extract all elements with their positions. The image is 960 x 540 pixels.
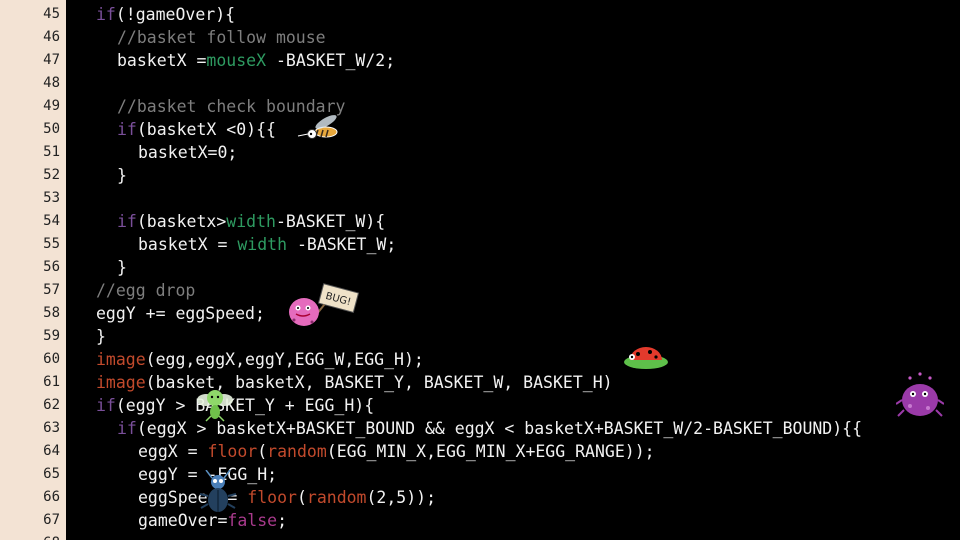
code-token: (basketx>: [136, 212, 227, 231]
code-line[interactable]: basketX = width -BASKET_W;: [138, 233, 396, 256]
line-number: 47: [43, 52, 60, 68]
code-token: image: [96, 350, 146, 369]
code-token: }: [96, 327, 106, 346]
code-token: eggY += eggSpeed;: [96, 304, 265, 323]
beetle-icon: [199, 470, 237, 512]
code-token: -BASKET_W){: [275, 212, 386, 231]
code-token: mouseX: [206, 51, 267, 70]
code-line[interactable]: }: [117, 256, 127, 279]
line-number-gutter: 45 46 47 48 49 50 51 52 53 54 55 56 57 58 59 60 61 62 63 64…: [0, 0, 66, 540]
code-token: random: [306, 488, 367, 507]
line-number: 52: [43, 167, 60, 183]
code-token: eggX =: [138, 442, 208, 461]
code-token: //egg drop: [96, 281, 196, 300]
line-number: 64: [43, 443, 60, 459]
code-token: (egg,eggX,eggY,EGG_W,EGG_H);: [145, 350, 424, 369]
ladybug-icon: [624, 347, 668, 369]
code-line[interactable]: eggX = floor(random(EGG_MIN_X,EGG_MIN_X+…: [138, 440, 655, 463]
line-number: 45: [43, 6, 60, 22]
code-token: if: [117, 212, 137, 231]
line-number: 67: [43, 512, 60, 528]
code-editor[interactable]: 45 46 47 48 49 50 51 52 53 54 55 56 57 58 59 60 61 62 63 64…: [0, 0, 960, 540]
line-number: 50: [43, 121, 60, 137]
code-token: -BASKET_W;: [287, 235, 397, 254]
code-token: (eggY > BASKET_Y + EGG_H){: [115, 396, 375, 415]
line-number: 68: [0, 532, 60, 540]
code-token: -BASKET_W/2;: [266, 51, 396, 70]
line-number: 54: [43, 213, 60, 229]
code-token: basketX =: [138, 235, 238, 254]
code-token: if: [117, 120, 137, 139]
line-number: 46: [43, 29, 60, 45]
code-token: floor: [207, 442, 258, 461]
code-line[interactable]: //basket follow mouse: [117, 26, 326, 49]
code-line[interactable]: }: [117, 164, 127, 187]
code-token: random: [267, 442, 327, 461]
code-line[interactable]: if(!gameOver){: [96, 3, 235, 26]
green-fly-icon: [197, 390, 233, 422]
line-number: 51: [43, 144, 60, 160]
code-token: }: [117, 258, 127, 277]
line-number: 61: [43, 374, 60, 390]
code-line[interactable]: //egg drop: [96, 279, 195, 302]
code-token: (!gameOver){: [115, 5, 236, 24]
code-token: width: [226, 212, 276, 231]
code-token: width: [237, 235, 288, 254]
line-number: 48: [43, 75, 60, 91]
code-line[interactable]: image(basket, basketX, BASKET_Y, BASKET_…: [96, 371, 613, 394]
code-token: (: [296, 488, 307, 507]
line-number: 65: [43, 466, 60, 482]
code-token: //basket follow mouse: [117, 28, 326, 47]
code-token: image: [96, 373, 146, 392]
code-token: if: [96, 396, 116, 415]
line-number: 63: [43, 420, 60, 436]
line-number: 49: [43, 98, 60, 114]
line-number: 56: [43, 259, 60, 275]
code-token: basketX=0;: [138, 143, 238, 162]
line-number: 66: [43, 489, 60, 505]
code-token: if: [96, 5, 116, 24]
code-line[interactable]: }: [96, 325, 106, 348]
code-token: (EGG_MIN_X,EGG_MIN_X+EGG_RANGE));: [326, 442, 655, 461]
code-line[interactable]: eggSpeed = floor(random(2,5));: [138, 486, 436, 509]
line-number: 58: [43, 305, 60, 321]
code-line[interactable]: if(basketX <0){{: [117, 118, 276, 141]
code-line[interactable]: if(basketx>width-BASKET_W){: [117, 210, 385, 233]
code-token: (: [257, 442, 268, 461]
code-line[interactable]: basketX=0;: [138, 141, 237, 164]
code-token: if: [117, 419, 137, 438]
code-token: floor: [247, 488, 297, 507]
line-number: 53: [43, 190, 60, 206]
bug-sign-icon: BUG!: [289, 283, 360, 326]
code-line[interactable]: eggY += eggSpeed;: [96, 302, 265, 325]
code-token: }: [117, 166, 127, 185]
line-number: 59: [43, 328, 60, 344]
code-token: (basketX <0){{: [136, 120, 276, 139]
code-token: (2,5));: [366, 488, 437, 507]
code-token: (eggX > basketX+BASKET_BOUND && eggX < b…: [136, 419, 863, 438]
code-token: basketX =: [117, 51, 207, 70]
line-number: 62: [43, 397, 60, 413]
code-line[interactable]: image(egg,eggX,eggY,EGG_W,EGG_H);: [96, 348, 424, 371]
code-token: ;: [277, 511, 288, 530]
line-number: 57: [43, 282, 60, 298]
code-line[interactable]: basketX =mouseX -BASKET_W/2;: [117, 49, 395, 72]
line-number: 55: [43, 236, 60, 252]
purple-bug-icon: [896, 372, 944, 417]
line-number: 60: [43, 351, 60, 367]
mosquito-icon: [297, 115, 338, 139]
